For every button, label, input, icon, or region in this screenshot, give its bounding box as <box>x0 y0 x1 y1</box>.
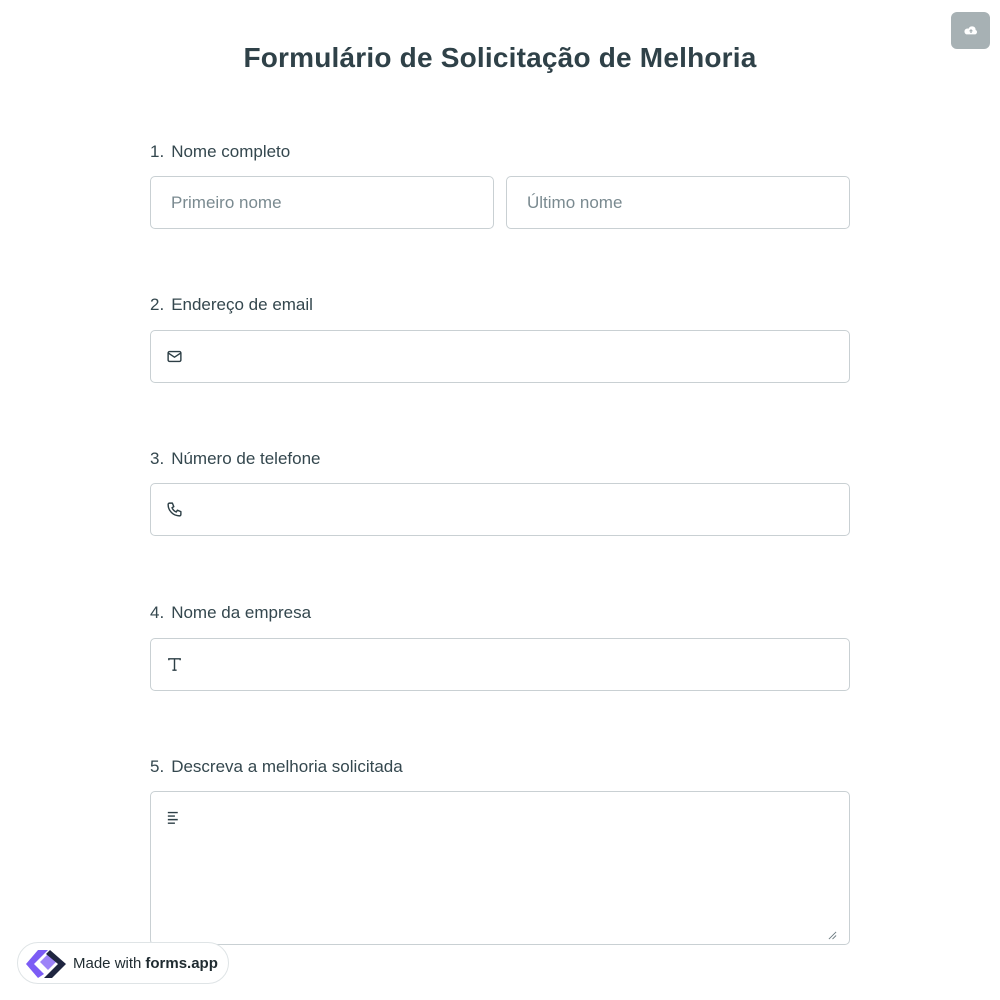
question-full-name: 1. Nome completo <box>150 140 850 164</box>
phone-icon <box>165 501 183 519</box>
question-label: 1. Nome completo <box>150 140 850 164</box>
question-label: 3. Número de telefone <box>150 447 850 471</box>
question-phone: 3. Número de telefone <box>150 447 850 471</box>
question-number: 3. <box>150 449 165 468</box>
align-left-icon <box>165 809 182 826</box>
first-name-input[interactable]: Primeiro nome <box>150 176 494 229</box>
first-name-placeholder: Primeiro nome <box>171 192 282 212</box>
forms-app-logo-icon <box>26 946 66 980</box>
envelope-icon <box>165 348 183 366</box>
description-textarea[interactable] <box>150 791 850 945</box>
cloud-upload-icon <box>963 23 979 39</box>
question-number: 5. <box>150 757 165 776</box>
question-number: 4. <box>150 603 165 622</box>
resize-handle[interactable] <box>828 927 837 940</box>
question-text: Nome completo <box>171 142 291 161</box>
question-label: 5. Descreva a melhoria solicitada <box>150 755 850 779</box>
question-description: 5. Descreva a melhoria solicitada <box>150 755 850 779</box>
question-text: Endereço de email <box>171 295 313 314</box>
question-text: Número de telefone <box>171 449 321 468</box>
email-input[interactable] <box>150 330 850 383</box>
brand-name: forms.app <box>145 954 218 972</box>
question-number: 2. <box>150 295 165 314</box>
question-text: Nome da empresa <box>171 603 312 622</box>
question-label: 2. Endereço de email <box>150 293 850 317</box>
question-email: 2. Endereço de email <box>150 293 850 317</box>
question-label: 4. Nome da empresa <box>150 601 850 625</box>
company-input[interactable] <box>150 638 850 691</box>
made-with-badge[interactable]: Made with forms.app <box>17 942 229 984</box>
question-company: 4. Nome da empresa <box>150 601 850 625</box>
made-with-text: Made with <box>73 954 142 972</box>
question-number: 1. <box>150 142 165 161</box>
last-name-placeholder: Último nome <box>527 192 623 212</box>
text-icon <box>165 656 183 674</box>
last-name-input[interactable]: Último nome <box>506 176 850 229</box>
form-title: Formulário de Solicitação de Melhoria <box>243 42 757 73</box>
question-text: Descreva a melhoria solicitada <box>171 757 403 776</box>
phone-input[interactable] <box>150 483 850 536</box>
